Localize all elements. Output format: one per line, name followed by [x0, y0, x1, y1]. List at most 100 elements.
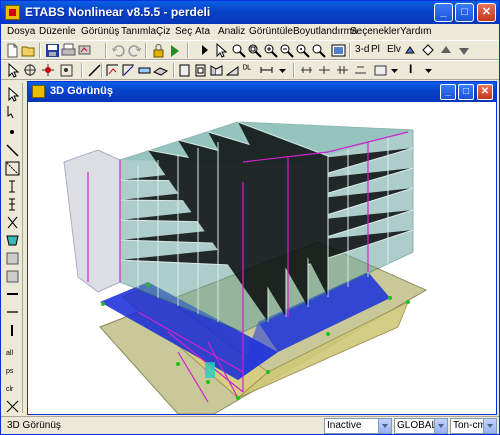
- open-file-icon[interactable]: [21, 43, 36, 58]
- view-3d-title: 3D Görünüş: [50, 85, 113, 97]
- menu-ciz[interactable]: Çiz: [156, 26, 170, 37]
- menu-ata[interactable]: Ata: [195, 26, 210, 37]
- set-display-options-icon[interactable]: [331, 43, 346, 58]
- zoom-in-icon[interactable]: [263, 43, 278, 58]
- move-down-icon[interactable]: [457, 43, 472, 58]
- select-arrow-icon[interactable]: [197, 43, 212, 58]
- rotate-3d-icon[interactable]: [403, 43, 418, 58]
- model-3d-viewport[interactable]: [28, 102, 496, 414]
- print-icon[interactable]: [61, 43, 76, 58]
- analysis-state-dropdown[interactable]: Inactive: [324, 418, 392, 434]
- view-3d-titlebar[interactable]: 3D Görünüş _ □ ✕: [28, 82, 496, 102]
- menu-sec[interactable]: Seç: [175, 26, 192, 37]
- coord-system-dropdown[interactable]: GLOBAL: [394, 418, 448, 434]
- assign-restraints-icon[interactable]: [299, 63, 314, 78]
- redo-icon[interactable]: [127, 43, 142, 58]
- reshape-icon[interactable]: [23, 63, 38, 78]
- menu-goruntule[interactable]: Görüntüle: [249, 26, 293, 37]
- show-deformed-dropdown-icon[interactable]: [387, 63, 402, 78]
- restore-view-icon[interactable]: [247, 43, 262, 58]
- create-areas-icon[interactable]: [5, 269, 20, 284]
- menu-gorunus[interactable]: Görünüş: [81, 26, 119, 37]
- menu-secenekler[interactable]: Seçenekler: [350, 26, 400, 37]
- lock-model-icon[interactable]: [151, 43, 166, 58]
- maximize-button[interactable]: □: [455, 3, 474, 22]
- svg-text:clr: clr: [6, 386, 14, 393]
- assign-springs-icon[interactable]: [317, 63, 332, 78]
- minimize-button[interactable]: _: [434, 3, 453, 22]
- refresh-window-icon[interactable]: [311, 43, 326, 58]
- text-dropdown-icon[interactable]: [421, 63, 436, 78]
- chevron-down-icon[interactable]: [434, 419, 447, 433]
- close-button[interactable]: ✕: [477, 3, 496, 22]
- chevron-down-icon[interactable]: [483, 419, 496, 433]
- new-file-icon[interactable]: [5, 43, 20, 58]
- save-icon[interactable]: [45, 43, 60, 58]
- draw-rectangular-area-icon[interactable]: [5, 251, 20, 266]
- rubber-band-zoom-icon[interactable]: [231, 43, 246, 58]
- create-column-region-icon[interactable]: [5, 197, 20, 212]
- draw-opening-icon[interactable]: [193, 63, 208, 78]
- units-dropdown[interactable]: Ton-cm: [450, 418, 497, 434]
- draw-floor-icon[interactable]: [153, 63, 168, 78]
- view-window-icon[interactable]: [32, 85, 45, 98]
- elevation-view-button[interactable]: Elv: [387, 44, 401, 55]
- measure-icon[interactable]: [259, 63, 274, 78]
- draw-dimension-button[interactable]: ᴰᴸ: [243, 64, 251, 75]
- print-graphics-icon[interactable]: [77, 43, 92, 58]
- title-bar[interactable]: ETABS Nonlinear v8.5.5 - perdeli _ □ ✕: [1, 1, 499, 24]
- draw-area-icon[interactable]: [209, 63, 224, 78]
- chevron-down-icon[interactable]: [378, 419, 391, 433]
- assign-diaphragm-icon[interactable]: [353, 63, 368, 78]
- menu-tanimla[interactable]: Tanımla: [121, 26, 156, 37]
- draw-brace-icon[interactable]: [121, 63, 136, 78]
- draw-walls-icon[interactable]: [5, 287, 20, 302]
- draw-dropdown-icon[interactable]: [275, 63, 290, 78]
- draw-area-region-icon[interactable]: [5, 233, 20, 248]
- menu-boyutlandirma[interactable]: Boyutlandırma: [293, 26, 357, 37]
- create-secondary-beam-icon[interactable]: [5, 179, 20, 194]
- create-braces-icon[interactable]: [5, 215, 20, 230]
- plan-view-button[interactable]: Pl: [371, 44, 380, 55]
- draw-line-tool-icon[interactable]: [5, 143, 20, 158]
- view-close-button[interactable]: ✕: [477, 84, 493, 100]
- reshape-element-icon[interactable]: [5, 105, 20, 120]
- view-3d-button[interactable]: 3-d: [355, 44, 369, 55]
- etabs-app-icon[interactable]: [5, 5, 20, 20]
- menu-analiz[interactable]: Analiz: [218, 26, 245, 37]
- view-maximize-button[interactable]: □: [458, 84, 474, 100]
- view-3d-window: 3D Görünüş _ □ ✕: [27, 81, 497, 415]
- svg-text:ps: ps: [6, 368, 14, 375]
- draw-ramp-icon[interactable]: [225, 63, 240, 78]
- menu-duzenle[interactable]: Düzenle: [39, 26, 76, 37]
- draw-point-icon[interactable]: [41, 63, 56, 78]
- clear-select-icon[interactable]: clr: [5, 381, 20, 396]
- pan-icon[interactable]: [295, 43, 310, 58]
- snap-tool-icon[interactable]: [5, 399, 20, 414]
- draw-line-icon[interactable]: [87, 63, 102, 78]
- select-pointer-icon[interactable]: [5, 87, 20, 102]
- pointer-icon[interactable]: [213, 43, 228, 58]
- create-walls-icon[interactable]: [5, 305, 20, 320]
- zoom-out-icon[interactable]: [279, 43, 294, 58]
- menu-dosya[interactable]: Dosya: [7, 26, 35, 37]
- previous-select-icon[interactable]: ps: [5, 363, 20, 378]
- assign-loads-icon[interactable]: [335, 63, 350, 78]
- undo-icon[interactable]: [111, 43, 126, 58]
- draw-vertical-icon[interactable]: [5, 323, 20, 338]
- draw-beam-icon[interactable]: [137, 63, 152, 78]
- draw-frame-icon[interactable]: [105, 63, 120, 78]
- text-tool-button[interactable]: I: [409, 62, 412, 76]
- run-analysis-icon[interactable]: [167, 43, 182, 58]
- move-up-icon[interactable]: [439, 43, 454, 58]
- create-column-icon[interactable]: [5, 161, 20, 176]
- draw-wall-icon[interactable]: [177, 63, 192, 78]
- show-deformed-icon[interactable]: [373, 63, 388, 78]
- draw-joint-icon[interactable]: [5, 125, 20, 140]
- menu-yardim[interactable]: Yardım: [400, 26, 432, 37]
- pointer-select-icon[interactable]: [5, 63, 20, 78]
- view-minimize-button[interactable]: _: [440, 84, 456, 100]
- all-select-icon[interactable]: all: [5, 345, 20, 360]
- perspective-toggle-icon[interactable]: [421, 43, 436, 58]
- draw-node-icon[interactable]: [59, 63, 74, 78]
